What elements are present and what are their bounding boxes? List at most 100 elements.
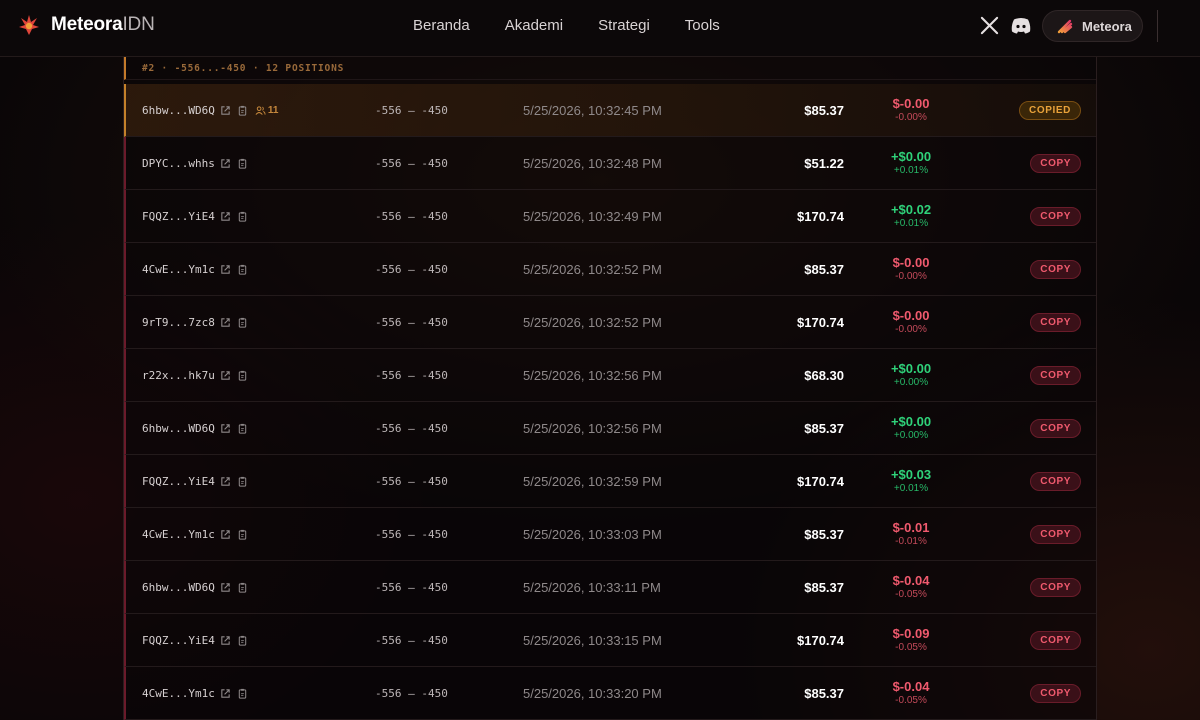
timestamp: 5/25/2026, 10:32:59 PM [523, 474, 662, 489]
wallet-cell: 4CwE...Ym1c [142, 667, 248, 720]
timestamp: 5/25/2026, 10:32:52 PM [523, 262, 662, 277]
wallet-address[interactable]: 6hbw...WD6Q [142, 581, 215, 594]
connect-label: Meteora [1082, 18, 1132, 34]
wallet-cell: FQQZ...YiE4 [142, 455, 248, 508]
table-row: FQQZ...YiE4 -556 — -450 5/25/2026, 10:32… [124, 455, 1096, 508]
group-header: #2 · -556...-450 · 12 POSITIONS [124, 57, 1096, 80]
position-value: $85.37 [804, 103, 844, 118]
connect-meteora-button[interactable]: Meteora [1042, 10, 1143, 42]
pnl-cell: +$0.03 +0.01% [871, 467, 951, 495]
clipboard-icon[interactable] [237, 582, 248, 593]
clipboard-icon[interactable] [237, 370, 248, 381]
pnl-percent: -0.00% [895, 112, 927, 123]
pnl-amount: +$0.00 [890, 149, 932, 164]
copy-button[interactable]: COPY [1030, 154, 1081, 173]
users-icon [255, 106, 266, 115]
position-value: $85.37 [804, 527, 844, 542]
bin-range: -556 — -450 [375, 475, 448, 488]
clipboard-icon[interactable] [237, 423, 248, 434]
external-link-icon[interactable] [220, 529, 231, 540]
nav-tools[interactable]: Tools [685, 17, 720, 34]
copy-button[interactable]: COPY [1030, 684, 1081, 703]
nav-akademi[interactable]: Akademi [505, 17, 563, 34]
wallet-address[interactable]: 4CwE...Ym1c [142, 263, 215, 276]
clipboard-icon[interactable] [237, 105, 248, 116]
clipboard-icon[interactable] [237, 158, 248, 169]
external-link-icon[interactable] [220, 370, 231, 381]
copy-button[interactable]: COPY [1030, 207, 1081, 226]
timestamp: 5/25/2026, 10:32:45 PM [523, 103, 662, 118]
wallet-address[interactable]: 9rT9...7zc8 [142, 316, 215, 329]
pnl-percent: +0.01% [893, 218, 929, 229]
copy-button[interactable]: COPY [1030, 313, 1081, 332]
pnl-amount: +$0.03 [890, 467, 932, 482]
position-value: $170.74 [797, 315, 844, 330]
clipboard-icon[interactable] [237, 529, 248, 540]
pnl-percent: +0.01% [893, 483, 929, 494]
x-icon[interactable] [980, 16, 999, 35]
positions-table: #2 · -556...-450 · 12 POSITIONS 6hbw...W… [123, 57, 1097, 720]
copy-button[interactable]: COPY [1030, 366, 1081, 385]
logo[interactable]: MeteoraIDN [17, 13, 155, 37]
pnl-percent: -0.01% [895, 536, 927, 547]
wallet-cell: FQQZ...YiE4 [142, 614, 248, 667]
wallet-address[interactable]: 4CwE...Ym1c [142, 528, 215, 541]
discord-icon[interactable] [1010, 16, 1032, 35]
clipboard-icon[interactable] [237, 688, 248, 699]
external-link-icon[interactable] [220, 423, 231, 434]
top-nav-bar: MeteoraIDN Beranda Akademi Strategi Tool… [0, 0, 1200, 57]
wallet-address[interactable]: 6hbw...WD6Q [142, 104, 215, 117]
external-link-icon[interactable] [220, 158, 231, 169]
pnl-cell: $-0.04 -0.05% [871, 679, 951, 707]
copy-button[interactable]: COPY [1030, 631, 1081, 650]
external-link-icon[interactable] [220, 211, 231, 222]
timestamp: 5/25/2026, 10:32:49 PM [523, 209, 662, 224]
external-link-icon[interactable] [220, 582, 231, 593]
copy-button[interactable]: COPY [1030, 260, 1081, 279]
position-value: $85.37 [804, 580, 844, 595]
pnl-cell: $-0.01 -0.01% [871, 520, 951, 548]
copied-button[interactable]: COPIED [1019, 101, 1081, 120]
external-link-icon[interactable] [220, 264, 231, 275]
bin-range: -556 — -450 [375, 581, 448, 594]
external-link-icon[interactable] [220, 476, 231, 487]
timestamp: 5/25/2026, 10:32:56 PM [523, 368, 662, 383]
pnl-percent: -0.05% [895, 642, 927, 653]
timestamp: 5/25/2026, 10:32:56 PM [523, 421, 662, 436]
position-value: $85.37 [804, 686, 844, 701]
pnl-amount: $-0.04 [892, 573, 930, 588]
pnl-percent: +0.01% [893, 165, 929, 176]
external-link-icon[interactable] [220, 635, 231, 646]
external-link-icon[interactable] [220, 688, 231, 699]
external-link-icon[interactable] [220, 105, 231, 116]
wallet-address[interactable]: FQQZ...YiE4 [142, 210, 215, 223]
clipboard-icon[interactable] [237, 264, 248, 275]
clipboard-icon[interactable] [237, 635, 248, 646]
wallet-address[interactable]: 4CwE...Ym1c [142, 687, 215, 700]
copiers-count: 11 [255, 105, 278, 116]
clipboard-icon[interactable] [237, 476, 248, 487]
pnl-amount: +$0.02 [890, 202, 932, 217]
clipboard-icon[interactable] [237, 317, 248, 328]
table-row: 9rT9...7zc8 -556 — -450 5/25/2026, 10:32… [124, 296, 1096, 349]
header-divider [1157, 10, 1158, 42]
pnl-amount: +$0.00 [890, 361, 932, 376]
wallet-address[interactable]: 6hbw...WD6Q [142, 422, 215, 435]
pnl-percent: -0.05% [895, 695, 927, 706]
nav-beranda[interactable]: Beranda [413, 17, 470, 34]
clipboard-icon[interactable] [237, 211, 248, 222]
copy-button[interactable]: COPY [1030, 419, 1081, 438]
copy-button[interactable]: COPY [1030, 472, 1081, 491]
wallet-address[interactable]: FQQZ...YiE4 [142, 475, 215, 488]
nav-strategi[interactable]: Strategi [598, 17, 650, 34]
wallet-address[interactable]: r22x...hk7u [142, 369, 215, 382]
pnl-amount: $-0.04 [892, 679, 930, 694]
wallet-address[interactable]: FQQZ...YiE4 [142, 634, 215, 647]
pnl-percent: +0.00% [893, 430, 929, 441]
external-link-icon[interactable] [220, 317, 231, 328]
wallet-address[interactable]: DPYC...whhs [142, 157, 215, 170]
pnl-amount: $-0.01 [892, 520, 930, 535]
copy-button[interactable]: COPY [1030, 525, 1081, 544]
copy-button[interactable]: COPY [1030, 578, 1081, 597]
timestamp: 5/25/2026, 10:33:20 PM [523, 686, 662, 701]
